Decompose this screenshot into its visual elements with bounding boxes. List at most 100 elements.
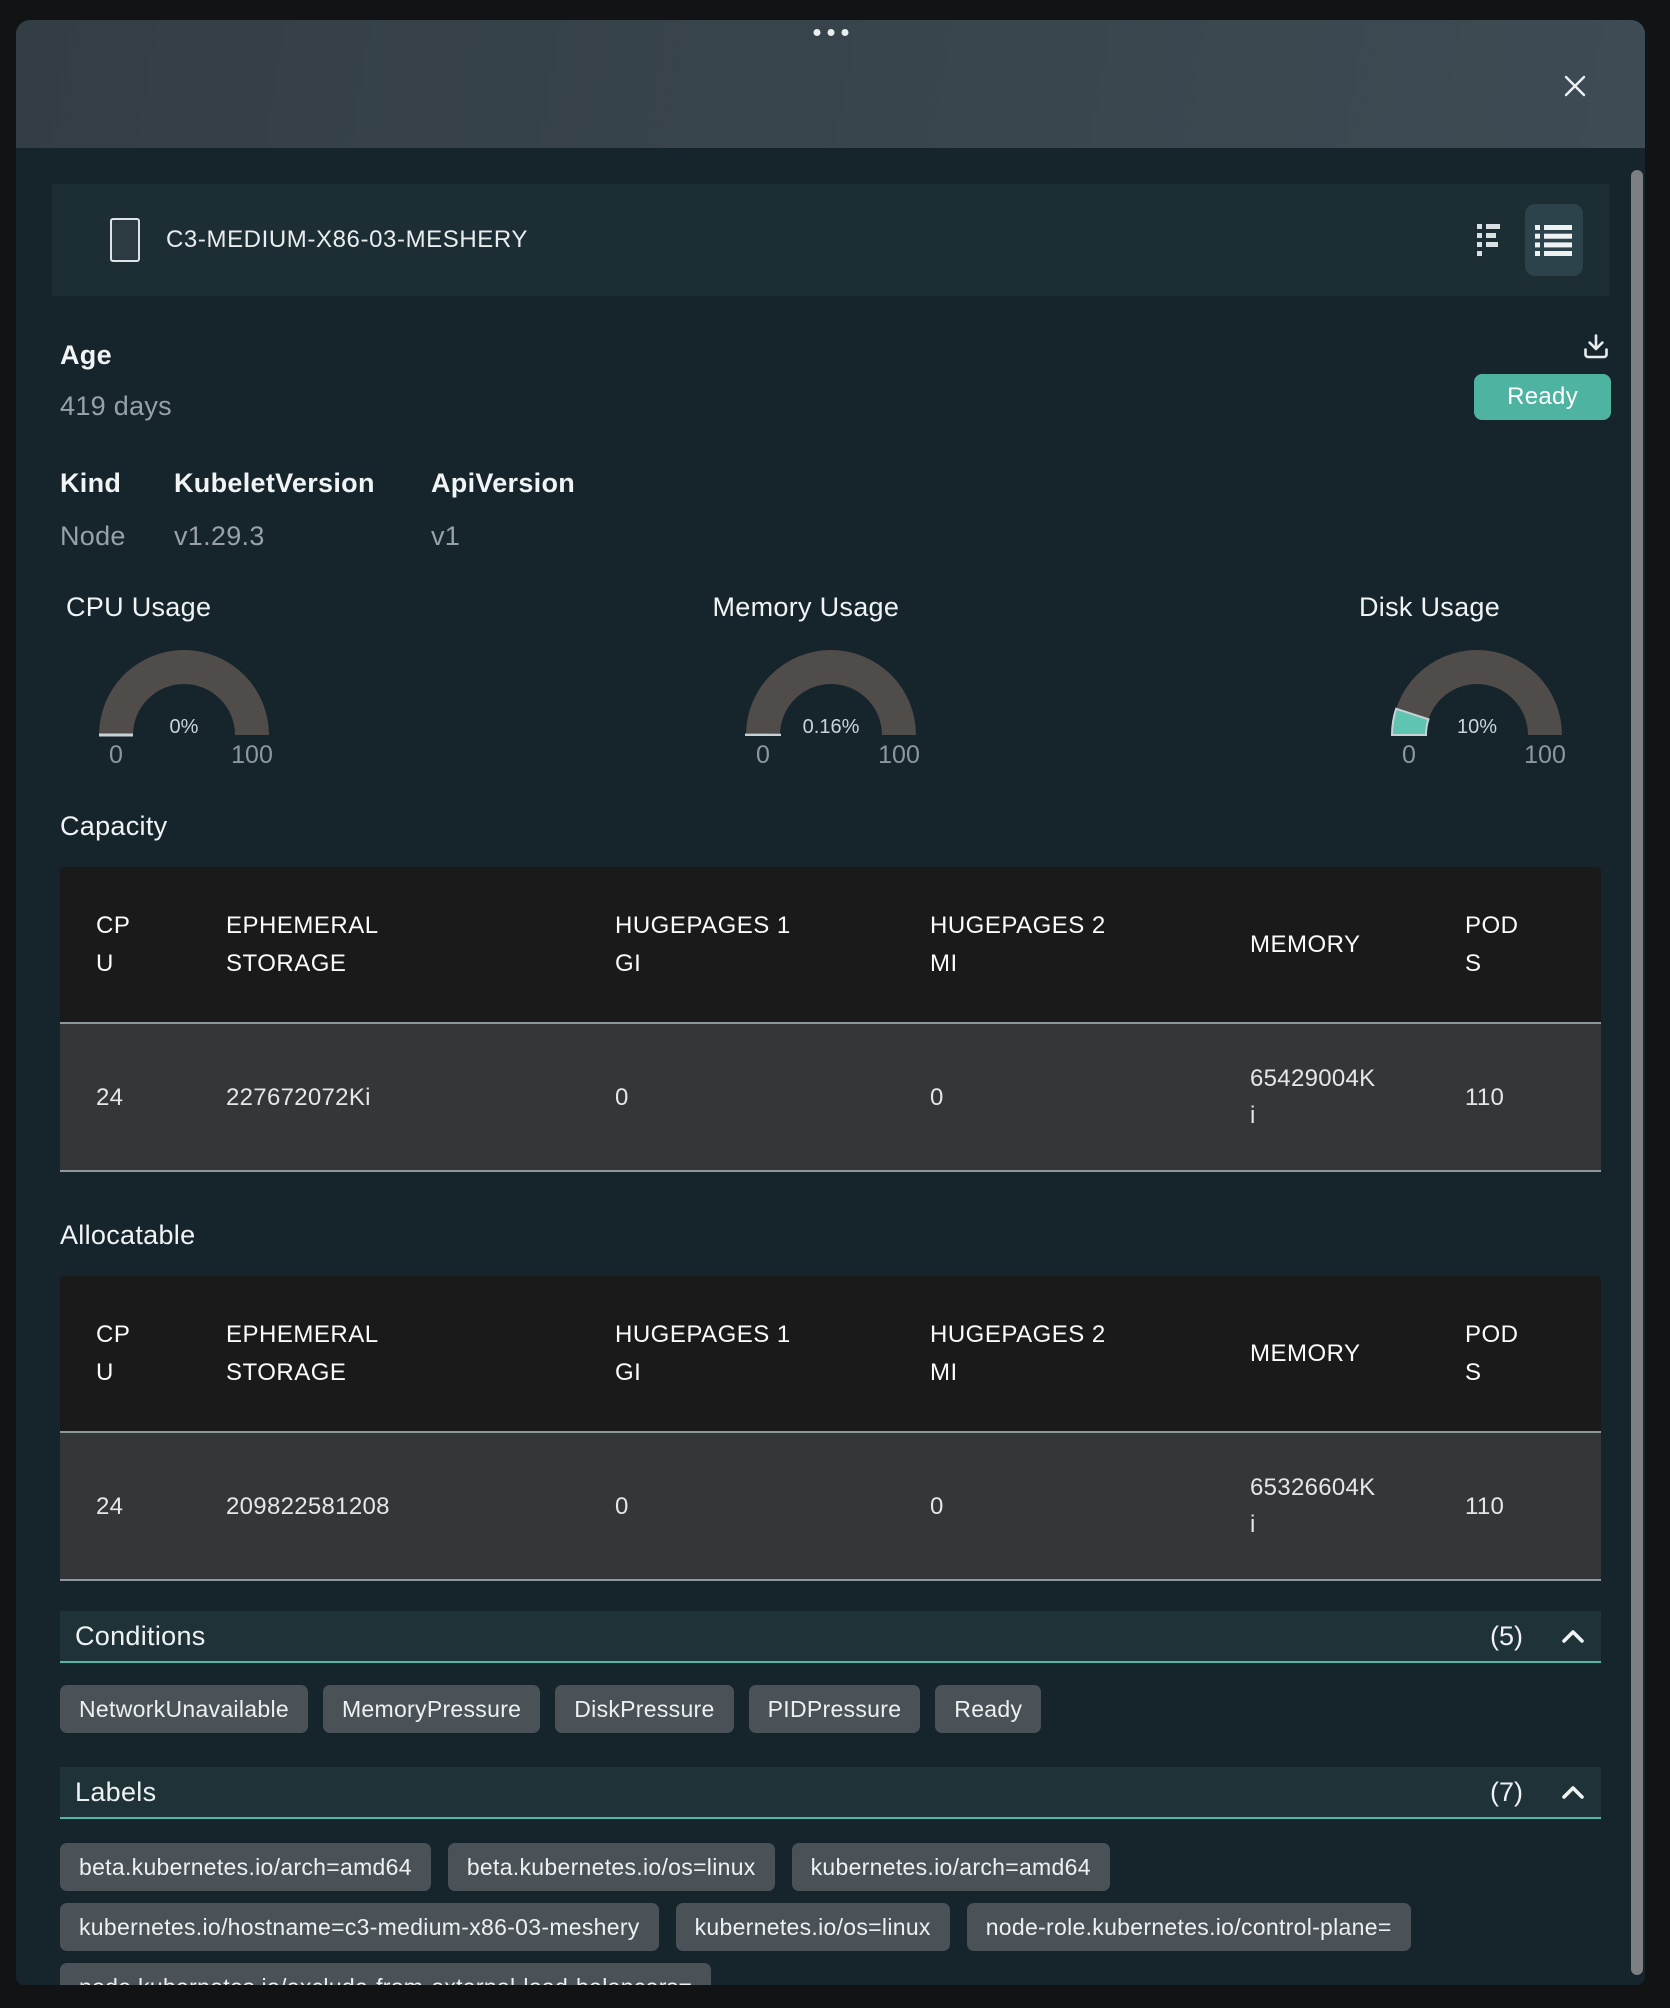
labels-header: Labels (7) (60, 1767, 1601, 1819)
view-toggle-group (1477, 204, 1583, 276)
labels-chips: beta.kubernetes.io/arch=amd64 beta.kubern… (60, 1843, 1601, 1985)
age-value: 419 days (60, 391, 172, 422)
detailed-view-button[interactable] (1525, 204, 1583, 276)
download-button[interactable] (1581, 332, 1611, 362)
chip[interactable]: PIDPressure (749, 1685, 921, 1733)
chip[interactable]: Ready (935, 1685, 1041, 1733)
labels-count: (7) (1490, 1777, 1523, 1808)
node-details-modal: C3-MEDIUM-X86-03-MESHERY (16, 20, 1645, 1985)
modal-content: C3-MEDIUM-X86-03-MESHERY (16, 148, 1645, 1985)
gauge-min-label: 0 (1402, 741, 1416, 769)
compact-view-button[interactable] (1477, 222, 1503, 258)
table-cell: 24 (60, 1023, 180, 1171)
field-apiversion: ApiVersion v1 (431, 468, 575, 552)
conditions-count: (5) (1490, 1621, 1523, 1652)
scrollbar-thumb[interactable] (1631, 170, 1643, 1975)
age-status-row: Age 419 days Ready (60, 340, 1601, 422)
column-header: PODS (1420, 1276, 1601, 1432)
chip[interactable]: DiskPressure (555, 1685, 733, 1733)
age-label: Age (60, 340, 172, 371)
chip[interactable]: node-role.kubernetes.io/control-plane= (967, 1903, 1411, 1951)
column-header: PODS (1420, 867, 1601, 1023)
allocatable-table: CPUEPHEMERAL STORAGEHUGEPAGES 1 GIHUGEPA… (60, 1276, 1601, 1581)
gauge-title: CPU Usage (64, 592, 304, 623)
gauge-max-label: 100 (878, 741, 920, 769)
gauge-percent-label: 0.16% (802, 716, 859, 738)
column-header: HUGEPAGES 2 MI (885, 867, 1200, 1023)
column-header: CPU (60, 867, 180, 1023)
table-cell: 227672072Ki (180, 1023, 570, 1171)
conditions-header: Conditions (5) (60, 1611, 1601, 1663)
scrollbar-track[interactable] (1631, 168, 1643, 1981)
column-header: MEMORY (1200, 867, 1420, 1023)
table-cell: 110 (1420, 1432, 1601, 1580)
gauge-disk-usage: Disk Usage 10% 0 100 (1357, 592, 1597, 771)
field-value: Node (60, 521, 174, 552)
close-button[interactable] (1557, 68, 1593, 104)
field-value: v1 (431, 521, 575, 552)
chip[interactable]: beta.kubernetes.io/os=linux (448, 1843, 775, 1891)
table-cell: 65429004Ki (1200, 1023, 1420, 1171)
table-header-row: CPUEPHEMERAL STORAGEHUGEPAGES 1 GIHUGEPA… (60, 867, 1601, 1023)
capacity-table: CPUEPHEMERAL STORAGEHUGEPAGES 1 GIHUGEPA… (60, 867, 1601, 1172)
table-cell: 209822581208 (180, 1432, 570, 1580)
field-kind: Kind Node (60, 468, 174, 552)
status-badge: Ready (1474, 374, 1611, 420)
field-kubeletversion: KubeletVersion v1.29.3 (174, 468, 431, 552)
node-title: C3-MEDIUM-X86-03-MESHERY (166, 226, 528, 254)
conditions-collapse-button[interactable] (1559, 1625, 1587, 1647)
table-cell: 0 (885, 1023, 1200, 1171)
chip[interactable]: node.kubernetes.io/exclude-from-external… (60, 1963, 711, 1985)
chip[interactable]: kubernetes.io/arch=amd64 (792, 1843, 1110, 1891)
page-background: { "modal": { "drag_handle": "three-dots"… (0, 0, 1670, 2008)
modal-title-bar (16, 20, 1645, 148)
close-icon (1559, 70, 1591, 102)
labels-title: Labels (75, 1777, 156, 1808)
chip[interactable]: kubernetes.io/hostname=c3-medium-x86-03-… (60, 1903, 659, 1951)
column-header: CPU (60, 1276, 180, 1432)
conditions-chips: NetworkUnavailable MemoryPressure DiskPres… (60, 1685, 1601, 1733)
drag-handle-dots-icon[interactable] (813, 29, 848, 36)
detailed-list-icon (1535, 224, 1573, 256)
field-label: Kind (60, 468, 174, 499)
chip[interactable]: kubernetes.io/os=linux (676, 1903, 950, 1951)
field-label: KubeletVersion (174, 468, 431, 499)
column-header: MEMORY (1200, 1276, 1420, 1432)
table-cell: 110 (1420, 1023, 1601, 1171)
field-label: ApiVersion (431, 468, 575, 499)
column-header: HUGEPAGES 2 MI (885, 1276, 1200, 1432)
kind-fields: Kind NodeKubeletVersion v1.29.3ApiVersion v… (60, 468, 1601, 552)
field-value: v1.29.3 (174, 521, 431, 552)
column-header: HUGEPAGES 1 GI (570, 867, 885, 1023)
table-row: 242098225812080065326604Ki110 (60, 1432, 1601, 1580)
table-cell: 0 (570, 1023, 885, 1171)
capacity-title: Capacity (60, 811, 1601, 842)
gauge-max-label: 100 (231, 741, 273, 769)
gauge-min-label: 0 (756, 741, 770, 769)
table-header-row: CPUEPHEMERAL STORAGEHUGEPAGES 1 GIHUGEPA… (60, 1276, 1601, 1432)
gauge-chart: 0.16% 0 100 (711, 639, 951, 771)
node-checkbox[interactable] (110, 218, 140, 262)
table-cell: 24 (60, 1432, 180, 1580)
gauge-title: Disk Usage (1357, 592, 1597, 623)
chip[interactable]: NetworkUnavailable (60, 1685, 308, 1733)
download-icon (1581, 332, 1611, 362)
gauge-memory-usage: Memory Usage 0.16% 0 100 (711, 592, 951, 771)
table-row: 24227672072Ki0065429004Ki110 (60, 1023, 1601, 1171)
node-card-header: C3-MEDIUM-X86-03-MESHERY (52, 184, 1609, 296)
chevron-up-icon (1559, 1625, 1587, 1647)
table-cell: 0 (570, 1432, 885, 1580)
gauge-chart: 0% 0 100 (64, 639, 304, 771)
labels-collapse-button[interactable] (1559, 1781, 1587, 1803)
gauge-title: Memory Usage (711, 592, 951, 623)
column-header: EPHEMERAL STORAGE (180, 867, 570, 1023)
gauge-min-label: 0 (109, 741, 123, 769)
allocatable-title: Allocatable (60, 1220, 1601, 1251)
chevron-up-icon (1559, 1781, 1587, 1803)
conditions-title: Conditions (75, 1621, 206, 1652)
gauge-percent-label: 0% (170, 716, 199, 738)
gauge-percent-label: 10% (1457, 716, 1497, 738)
chip[interactable]: MemoryPressure (323, 1685, 540, 1733)
chip[interactable]: beta.kubernetes.io/arch=amd64 (60, 1843, 431, 1891)
gauges-row: CPU Usage 0% 0 100 Memory Usage 0.16% 0 … (60, 592, 1601, 771)
